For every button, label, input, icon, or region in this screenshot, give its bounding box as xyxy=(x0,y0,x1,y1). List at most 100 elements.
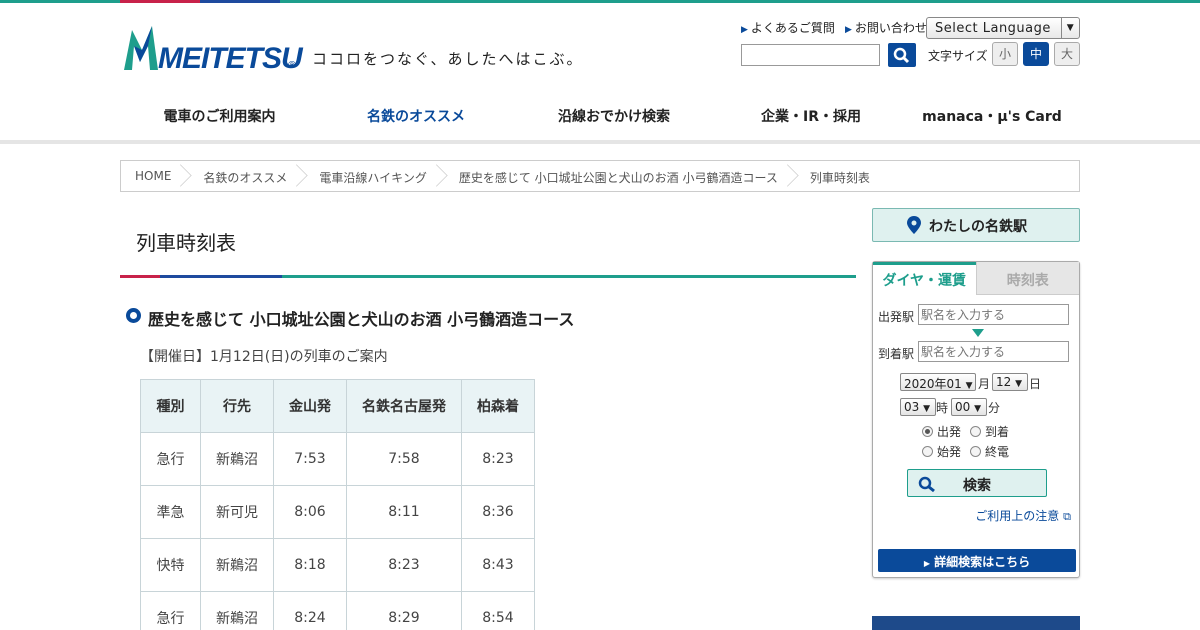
hour-unit: 時 xyxy=(936,401,949,415)
chevron-down-icon: ▼ xyxy=(1015,379,1023,389)
language-select[interactable]: Select Language ▼ xyxy=(926,17,1080,39)
gnav-manaca[interactable]: manaca・μ's Card xyxy=(904,94,1080,144)
radio-indicator xyxy=(970,446,981,457)
radio-departure[interactable]: 出発 xyxy=(922,423,961,440)
search-icon xyxy=(918,476,935,492)
radio-last-train[interactable]: 終電 xyxy=(970,443,1009,460)
radio-indicator xyxy=(922,446,933,457)
table-cell: 快特 xyxy=(140,538,201,592)
table-cell: 8:06 xyxy=(273,485,347,539)
logo-text: MEITETSU xyxy=(158,42,303,75)
widget-search-button[interactable]: 検索 xyxy=(907,469,1047,497)
registered-mark: ® xyxy=(287,60,297,71)
breadcrumb-recommend[interactable]: 名鉄のオススメ xyxy=(185,161,301,191)
font-size-medium-button[interactable]: 中 xyxy=(1023,42,1049,66)
table-cell: 8:54 xyxy=(461,591,535,630)
table-header-row: 種別 行先 金山発 名鉄名古屋発 柏森着 xyxy=(140,379,535,433)
table-cell: 8:23 xyxy=(461,432,535,486)
title-underline xyxy=(120,275,856,278)
contact-link[interactable]: ▶ お問い合わせ xyxy=(845,19,927,36)
hour-select[interactable]: 03 ▼ xyxy=(900,398,936,416)
top-accent-bar xyxy=(0,0,1200,3)
bullet-circle-icon xyxy=(126,308,141,323)
table-cell: 準急 xyxy=(140,485,201,539)
breadcrumb: HOME 名鉄のオススメ 電車沿線ハイキング 歴史を感じて 小口城址公園と犬山の… xyxy=(120,160,1080,192)
map-pin-icon xyxy=(907,216,921,234)
table-cell: 急行 xyxy=(140,432,201,486)
font-size-label: 文字サイズ xyxy=(928,49,988,63)
day-unit: 日 xyxy=(1029,377,1042,391)
breadcrumb-home[interactable]: HOME xyxy=(121,161,185,191)
font-size-large-button[interactable]: 大 xyxy=(1054,42,1080,66)
tab-timetable[interactable]: 時刻表 xyxy=(975,262,1079,295)
radio-indicator xyxy=(970,426,981,437)
gnav-train-guide[interactable]: 電車のご利用案内 xyxy=(120,94,319,144)
table-cell: 新鵜沼 xyxy=(200,432,274,486)
table-cell: 8:43 xyxy=(461,538,535,592)
faq-link[interactable]: ▶ よくあるご質問 xyxy=(741,19,835,36)
table-row: 準急 新可児 8:06 8:11 8:36 xyxy=(140,485,535,539)
utility-links: ▶ よくあるご質問 ▶ お問い合わせ xyxy=(741,19,927,36)
logo-m-mark-icon xyxy=(124,26,158,70)
chevron-down-icon: ▼ xyxy=(1061,18,1079,38)
column-header: 行先 xyxy=(200,379,274,433)
table-row: 急行 新鵜沼 7:53 7:58 8:23 xyxy=(140,432,535,486)
course-title: 歴史を感じて 小口城址公園と犬山のお酒 小弓鶴酒造コース xyxy=(148,310,575,329)
chevron-down-icon: ▼ xyxy=(974,404,982,414)
global-nav: 電車のご利用案内 名鉄のオススメ 沿線おでかけ検索 企業・IR・採用 manac… xyxy=(120,94,1080,144)
table-cell: 8:36 xyxy=(461,485,535,539)
sidebar-banner[interactable] xyxy=(872,616,1080,630)
table-cell: 急行 xyxy=(140,591,201,630)
gnav-outing-search[interactable]: 沿線おでかけ検索 xyxy=(510,94,718,144)
chevron-down-icon: ▼ xyxy=(923,404,931,414)
day-select[interactable]: 12 ▼ xyxy=(992,373,1028,391)
external-link-icon: ⧉ xyxy=(1063,510,1071,523)
table-cell: 新鵜沼 xyxy=(200,538,274,592)
table-cell: 8:11 xyxy=(346,485,462,539)
my-meitetsu-station-button[interactable]: わたしの名鉄駅 xyxy=(872,208,1080,242)
route-search-widget: ダイヤ・運賃 時刻表 出発駅 到着駅 2020年01 ▼ 月 12 ▼ 日 03… xyxy=(872,261,1080,578)
radio-first-train[interactable]: 始発 xyxy=(922,443,961,460)
from-station-label: 出発駅 xyxy=(878,310,915,324)
column-header: 種別 xyxy=(140,379,201,433)
column-header: 柏森着 xyxy=(461,379,535,433)
minute-unit: 分 xyxy=(988,401,1001,415)
radio-arrival[interactable]: 到着 xyxy=(970,423,1009,440)
table-cell: 8:23 xyxy=(346,538,462,592)
page-title: 列車時刻表 xyxy=(136,231,236,255)
to-station-label: 到着駅 xyxy=(878,347,915,361)
search-input[interactable] xyxy=(741,44,880,66)
table-cell: 8:18 xyxy=(273,538,347,592)
table-cell: 7:53 xyxy=(273,432,347,486)
table-row: 急行 新鵜沼 8:24 8:29 8:54 xyxy=(140,591,535,630)
detail-search-button[interactable]: ▶ 詳細検索はこちら xyxy=(878,549,1076,572)
chevron-down-icon: ▼ xyxy=(965,381,973,391)
gnav-corporate[interactable]: 企業・IR・採用 xyxy=(718,94,904,144)
from-station-input[interactable] xyxy=(918,304,1069,325)
table-cell: 8:24 xyxy=(273,591,347,630)
table-cell: 8:29 xyxy=(346,591,462,630)
year-month-select[interactable]: 2020年01 ▼ xyxy=(900,373,976,391)
column-header: 名鉄名古屋発 xyxy=(346,379,462,433)
gnav-recommend[interactable]: 名鉄のオススメ xyxy=(322,94,510,144)
arrow-down-icon xyxy=(972,329,984,337)
tagline: ココロをつなぐ、あしたへはこぶ。 xyxy=(312,50,584,68)
table-cell: 新鵜沼 xyxy=(200,591,274,630)
gnav-divider xyxy=(0,140,1200,144)
minute-select[interactable]: 00 ▼ xyxy=(951,398,987,416)
to-station-input[interactable] xyxy=(918,341,1069,362)
month-unit: 月 xyxy=(978,377,991,391)
breadcrumb-hiking[interactable]: 電車沿線ハイキング xyxy=(301,161,440,191)
triangle-right-icon: ▶ xyxy=(741,25,748,35)
tab-fare[interactable]: ダイヤ・運賃 xyxy=(873,262,976,295)
search-button[interactable] xyxy=(888,43,916,67)
timetable: 種別 行先 金山発 名鉄名古屋発 柏森着 急行 新鵜沼 7:53 7:58 8:… xyxy=(140,379,535,630)
radio-indicator xyxy=(922,426,933,437)
breadcrumb-course[interactable]: 歴史を感じて 小口城址公園と犬山のお酒 小弓鶴酒造コース xyxy=(441,161,792,191)
table-cell: 7:58 xyxy=(346,432,462,486)
table-cell: 新可児 xyxy=(200,485,274,539)
font-size-small-button[interactable]: 小 xyxy=(992,42,1018,66)
column-header: 金山発 xyxy=(273,379,347,433)
triangle-right-icon: ▶ xyxy=(923,559,930,568)
usage-notes-link[interactable]: ご利用上の注意 ⧉ xyxy=(975,507,1071,524)
